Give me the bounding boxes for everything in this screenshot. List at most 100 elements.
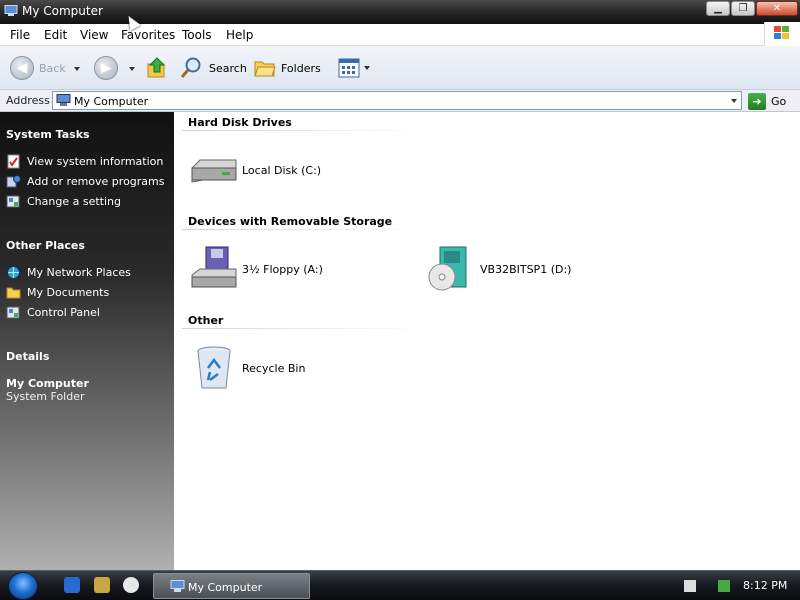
group-divider: [182, 328, 424, 329]
ie-icon[interactable]: [64, 577, 80, 593]
floppy-drive-icon: [191, 246, 237, 288]
sidebar-item-label: My Documents: [27, 285, 110, 299]
views-icon: [338, 58, 360, 78]
sidebar-item-label: Add or remove programs: [27, 174, 165, 188]
control-panel-icon: [6, 195, 20, 207]
system-tasks-heading[interactable]: System Tasks: [6, 128, 90, 141]
minimize-icon: ▁: [714, 3, 722, 14]
close-button[interactable]: ✕: [756, 1, 798, 16]
menu-help[interactable]: Help: [226, 28, 253, 42]
my-computer-icon: [170, 580, 185, 592]
sidebar-item-my-network-places[interactable]: My Network Places: [6, 264, 131, 280]
my-computer-icon: [56, 94, 71, 106]
details-subtitle: System Folder: [6, 390, 85, 403]
recycle-bin-icon: [197, 346, 231, 389]
go-arrow-icon: ➜: [748, 92, 766, 110]
sidebar-item-my-documents[interactable]: My Documents: [6, 284, 109, 300]
close-icon: ✕: [772, 3, 782, 14]
sidebar-item-label: View system information: [27, 154, 164, 168]
details-heading[interactable]: Details: [6, 350, 49, 363]
go-button[interactable]: ➜ Go: [748, 92, 786, 110]
back-arrow-icon: ◀: [10, 56, 34, 80]
other-places-heading[interactable]: Other Places: [6, 239, 85, 252]
folders-label: Folders: [281, 61, 321, 75]
hard-disk-icon: [191, 159, 237, 183]
maximize-icon: ❐: [738, 3, 748, 14]
group-heading: Other: [188, 314, 224, 327]
menu-view[interactable]: View: [80, 28, 108, 42]
drive-label: 3½ Floppy (A:): [242, 262, 323, 276]
media-player-icon[interactable]: [123, 577, 139, 593]
window-title: My Computer: [22, 4, 103, 18]
drive-item-floppy[interactable]: 3½ Floppy (A:): [188, 241, 323, 297]
sidebar-item-view-system-information[interactable]: View system information: [6, 153, 163, 169]
taskbar: My Computer 8:12 PM: [0, 570, 800, 600]
system-info-icon: [7, 154, 20, 168]
my-computer-icon: [4, 5, 18, 16]
start-button[interactable]: [8, 572, 38, 600]
drive-item-cd[interactable]: VB32BITSP1 (D:): [426, 241, 571, 297]
back-dropdown-button[interactable]: [74, 66, 80, 72]
folder-icon: [254, 61, 276, 77]
drive-label: Local Disk (C:): [242, 163, 322, 177]
back-label: Back: [39, 61, 66, 75]
group-heading: Devices with Removable Storage: [188, 215, 393, 228]
menu-edit[interactable]: Edit: [44, 28, 67, 42]
drive-item-local-disk[interactable]: Local Disk (C:): [188, 142, 321, 198]
task-my-computer[interactable]: My Computer: [153, 573, 310, 599]
folder-up-icon: [147, 57, 166, 78]
documents-folder-icon: [6, 287, 21, 298]
up-button[interactable]: [146, 54, 168, 82]
address-input[interactable]: My Computer: [52, 91, 742, 110]
sidebar-item-label: Change a setting: [27, 194, 121, 208]
address-value: My Computer: [74, 95, 149, 108]
windows-flag-icon: [774, 26, 791, 42]
drive-label: VB32BITSP1 (D:): [480, 262, 572, 276]
group-divider: [182, 229, 424, 230]
sidebar-item-add-remove-programs[interactable]: Add or remove programs: [6, 173, 165, 189]
toolbar: ◀ Back ▶ Search Folders: [0, 46, 800, 90]
views-button[interactable]: [338, 54, 370, 82]
chevron-down-icon[interactable]: [731, 99, 737, 103]
forward-arrow-icon: ▶: [94, 56, 118, 80]
show-desktop-icon[interactable]: [94, 577, 110, 593]
forward-dropdown-button[interactable]: [129, 66, 135, 72]
chevron-down-icon: [74, 67, 80, 71]
group-divider: [182, 130, 424, 131]
network-places-icon: [7, 265, 20, 279]
cd-drive-icon: [428, 246, 467, 291]
back-button[interactable]: ◀ Back: [10, 54, 66, 82]
minimize-button[interactable]: ▁: [706, 1, 730, 16]
sidebar-item-label: Control Panel: [27, 305, 100, 319]
clock[interactable]: 8:12 PM: [743, 579, 787, 592]
recycle-bin-item[interactable]: Recycle Bin: [188, 340, 305, 396]
search-label: Search: [209, 61, 247, 75]
search-icon: [180, 57, 201, 78]
details-title: My Computer: [6, 377, 89, 390]
sidebar-item-control-panel[interactable]: Control Panel: [6, 304, 100, 320]
sidebar-item-change-a-setting[interactable]: Change a setting: [6, 193, 121, 209]
task-pane: System Tasks View system information Add…: [0, 112, 174, 570]
title-bar[interactable]: My Computer ▁ ❐ ✕: [0, 0, 800, 24]
network-icon[interactable]: [718, 580, 730, 592]
forward-button[interactable]: ▶: [94, 54, 118, 82]
menu-file[interactable]: File: [10, 28, 30, 42]
search-button[interactable]: Search: [180, 54, 247, 82]
chevron-down-icon: [364, 66, 370, 70]
task-label: My Computer: [188, 581, 263, 594]
add-remove-programs-icon: [6, 174, 21, 187]
windows-logo: [764, 22, 800, 46]
group-heading: Hard Disk Drives: [188, 116, 292, 129]
address-bar: Address My Computer ➜ Go: [0, 90, 800, 112]
menu-tools[interactable]: Tools: [182, 28, 212, 42]
go-label: Go: [771, 94, 787, 108]
control-panel-icon: [6, 306, 20, 318]
chevron-down-icon: [129, 67, 135, 71]
keyboard-icon[interactable]: [684, 580, 696, 592]
recycle-bin-label: Recycle Bin: [242, 361, 306, 375]
file-list: Hard Disk Drives Local Disk (C:) Devices…: [174, 112, 800, 570]
sidebar-item-label: My Network Places: [27, 265, 131, 279]
folders-button[interactable]: Folders: [254, 54, 321, 82]
address-label: Address: [6, 94, 50, 107]
maximize-button[interactable]: ❐: [731, 1, 755, 16]
